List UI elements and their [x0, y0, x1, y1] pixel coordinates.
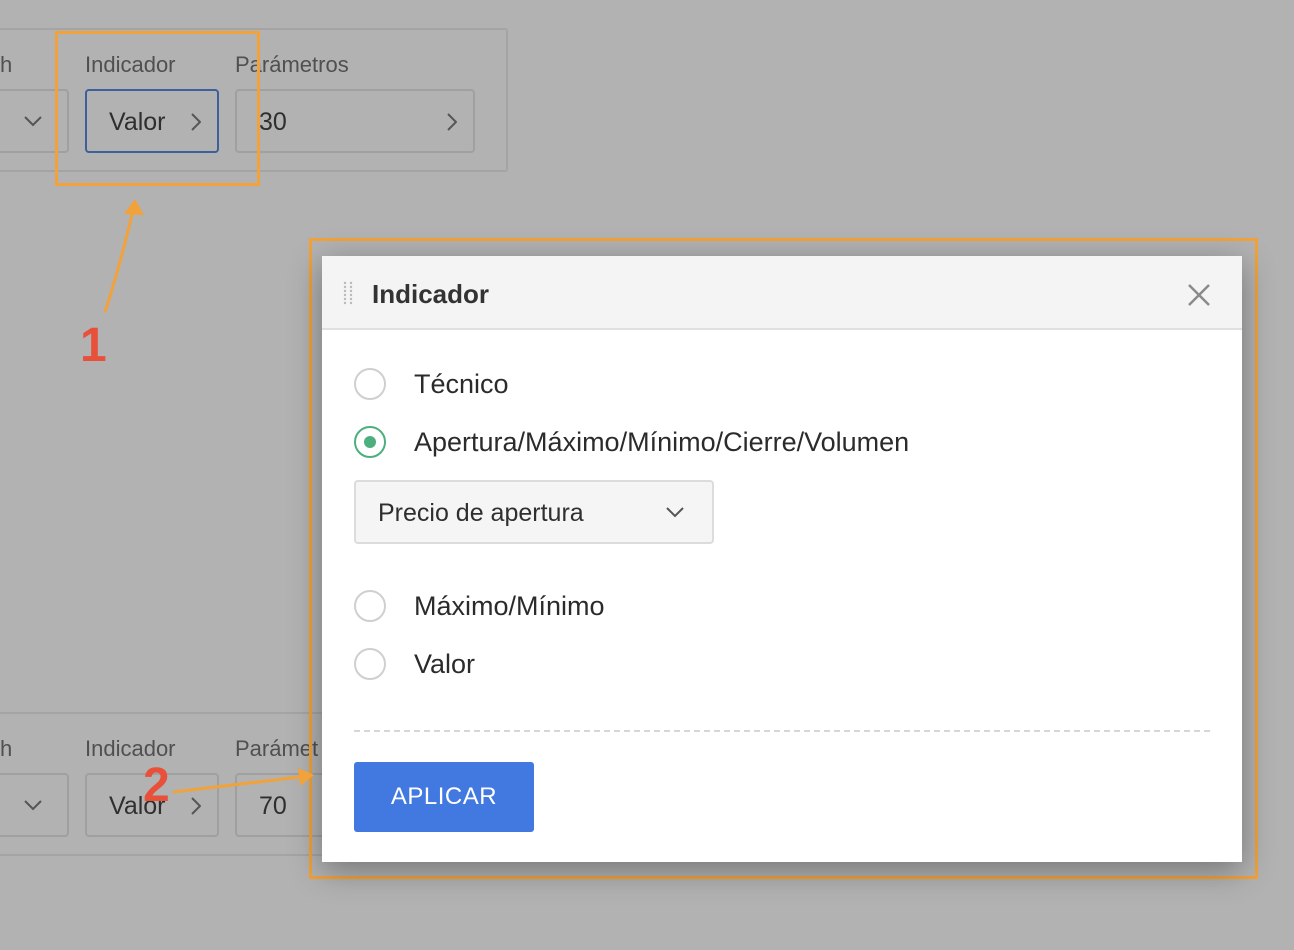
- divider: [354, 730, 1210, 732]
- top-partial-label: h: [0, 52, 13, 77]
- option-ohlcv[interactable]: Apertura/Máximo/Mínimo/Cierre/Volumen: [354, 422, 909, 462]
- chevron-down-icon: [24, 116, 42, 127]
- top-params-value: 30: [259, 108, 287, 136]
- chevron-right-icon: [191, 797, 201, 815]
- drag-handle-icon[interactable]: [342, 281, 354, 307]
- option-tecnico[interactable]: Técnico: [354, 364, 509, 404]
- radio-button[interactable]: [354, 368, 386, 400]
- chevron-right-icon: [447, 113, 457, 131]
- callout-number-2: 2: [143, 759, 170, 812]
- chevron-down-icon: [666, 507, 684, 518]
- option-valor[interactable]: Valor: [354, 644, 475, 684]
- dialog-header: Indicador: [322, 256, 1242, 330]
- indicator-dialog: Indicador Técnico Apertura/Máximo/Mínimo…: [322, 256, 1242, 862]
- option-label: Valor: [414, 649, 476, 679]
- radio-button[interactable]: [354, 590, 386, 622]
- price-type-select[interactable]: Precio de apertura: [354, 480, 714, 544]
- close-icon[interactable]: [1186, 282, 1212, 308]
- arrow-1-head: [124, 199, 144, 215]
- bottom-partial-label: h: [0, 736, 13, 761]
- top-params-field[interactable]: 30: [235, 89, 475, 153]
- dialog-title: Indicador: [372, 279, 490, 309]
- option-maximo-minimo[interactable]: Máximo/Mínimo: [354, 586, 605, 626]
- bottom-left-dropdown[interactable]: [0, 773, 69, 837]
- bottom-params-label: Parámet: [235, 736, 319, 761]
- option-label: Máximo/Mínimo: [414, 591, 605, 621]
- bottom-params-value: 70: [259, 792, 287, 820]
- price-type-value: Precio de apertura: [378, 499, 584, 527]
- option-label: Técnico: [414, 369, 509, 399]
- radio-button-selected[interactable]: [354, 426, 386, 458]
- arrow-1: [103, 209, 135, 313]
- apply-button[interactable]: APLICAR: [354, 762, 534, 832]
- option-label: Apertura/Máximo/Mínimo/Cierre/Volumen: [414, 427, 910, 457]
- callout-box-1: [55, 31, 260, 186]
- radio-button[interactable]: [354, 648, 386, 680]
- callout-number-1: 1: [80, 319, 107, 372]
- chevron-down-icon: [24, 800, 42, 811]
